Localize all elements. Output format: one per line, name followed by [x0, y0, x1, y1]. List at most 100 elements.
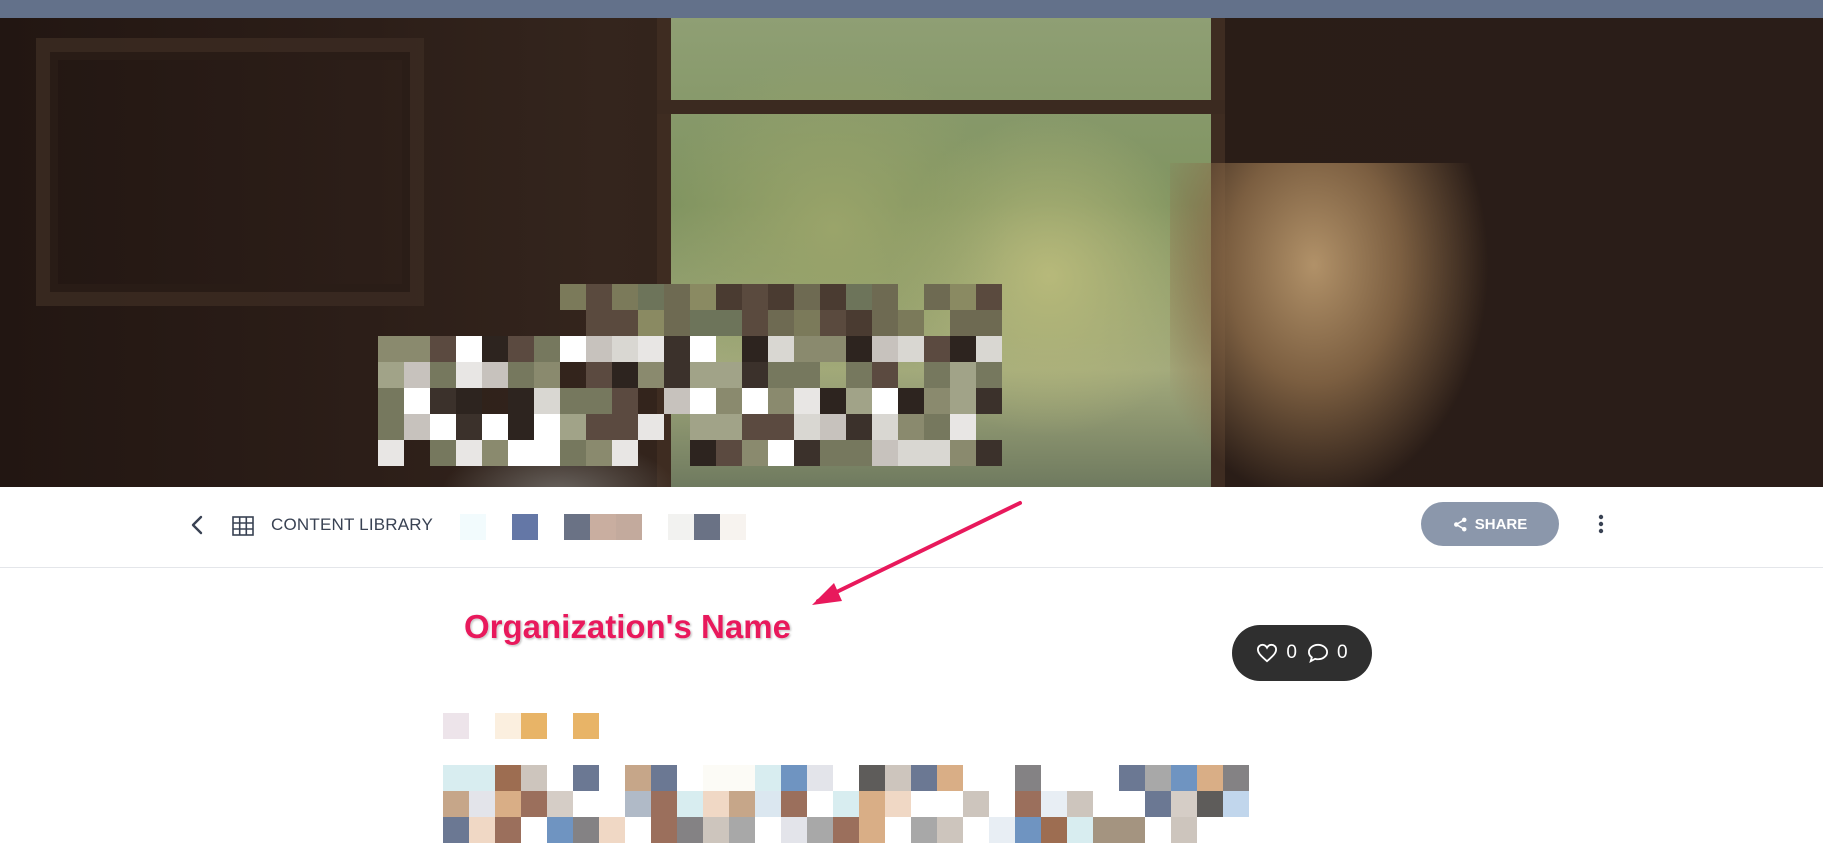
redacted-pixel: [482, 336, 508, 362]
redacted-pixel: [768, 388, 794, 414]
redacted-pixel: [794, 284, 820, 310]
redacted-pixel: [651, 791, 677, 817]
redacted-pixel: [677, 817, 703, 843]
redacted-pixel: [482, 414, 508, 440]
redacted-pixel: [833, 791, 859, 817]
redacted-pixel: [898, 388, 924, 414]
redacted-pixel: [664, 336, 690, 362]
redacted-pixel: [456, 388, 482, 414]
redacted-pixel: [664, 362, 690, 388]
redacted-pixel: [1171, 817, 1197, 843]
redacted-pixel: [924, 388, 950, 414]
redacted-pixel: [612, 388, 638, 414]
redacted-pixel: [742, 440, 768, 466]
redacted-pixel: [586, 284, 612, 310]
redacted-pixel: [482, 362, 508, 388]
redacted-pixel: [521, 791, 547, 817]
hero-figure: [1170, 163, 1490, 487]
redacted-pixel: [716, 388, 742, 414]
redacted-pixel: [1067, 791, 1093, 817]
redacted-pixel: [430, 388, 456, 414]
share-button[interactable]: SHARE: [1421, 502, 1559, 546]
redacted-pixel: [716, 414, 742, 440]
redacted-pixel: [599, 817, 625, 843]
redacted-pixel: [742, 362, 768, 388]
redacted-pixel: [742, 284, 768, 310]
redacted-pixel: [651, 765, 677, 791]
content-library-link[interactable]: CONTENT LIBRARY: [271, 515, 433, 535]
chevron-left-icon: [191, 515, 203, 535]
redacted-pixel: [794, 388, 820, 414]
redacted-pixel: [430, 362, 456, 388]
redacted-pixel: [560, 336, 586, 362]
hero-banner: [0, 18, 1823, 487]
redacted-pixel: [508, 388, 534, 414]
share-icon: [1453, 517, 1467, 531]
redacted-pixel: [1223, 791, 1249, 817]
content-library-grid-button[interactable]: [230, 513, 256, 539]
redacted-pixel: [430, 414, 456, 440]
redacted-pixel: [638, 310, 664, 336]
redacted-pixel: [859, 765, 885, 791]
redacted-pixel: [872, 310, 898, 336]
redacted-pixel: [586, 336, 612, 362]
redacted-pixel: [950, 310, 976, 336]
redacted-pixel: [573, 817, 599, 843]
back-button[interactable]: [186, 513, 210, 537]
redacted-pixel: [807, 765, 833, 791]
redacted-pixel: [664, 310, 690, 336]
redacted-pixel: [950, 336, 976, 362]
redacted-pixel: [768, 310, 794, 336]
redacted-pixel: [586, 414, 612, 440]
redacted-pixel: [508, 362, 534, 388]
annotation-arrow: [812, 501, 1022, 605]
redacted-pixel: [443, 765, 469, 791]
redacted-pixel: [495, 791, 521, 817]
redacted-pixel: [885, 765, 911, 791]
redacted-pixel: [872, 388, 898, 414]
more-vertical-icon: [1598, 514, 1604, 534]
redacted-pixel: [690, 310, 716, 336]
redacted-pixel: [534, 362, 560, 388]
redacted-pixel: [924, 336, 950, 362]
redacted-pixel: [729, 765, 755, 791]
redacted-pixel: [378, 336, 404, 362]
redacted-pixel: [534, 336, 560, 362]
redacted-pixel: [1145, 791, 1171, 817]
redacted-pixel: [694, 514, 720, 540]
redacted-pixel: [703, 791, 729, 817]
redacted-pixel: [768, 414, 794, 440]
redacted-pixel: [560, 284, 586, 310]
redacted-pixel: [625, 765, 651, 791]
redacted-pixel: [937, 817, 963, 843]
redacted-pixel: [755, 765, 781, 791]
redacted-pixel: [703, 817, 729, 843]
redacted-pixel: [443, 791, 469, 817]
redacted-pixel: [742, 414, 768, 440]
redacted-pixel: [1197, 791, 1223, 817]
comment-counter[interactable]: 0: [1307, 642, 1348, 664]
redacted-pixel: [1223, 765, 1249, 791]
redacted-pixel: [677, 791, 703, 817]
heart-icon: [1257, 643, 1278, 663]
redacted-pixel: [664, 284, 690, 310]
redacted-pixel: [755, 791, 781, 817]
redacted-pixel: [716, 362, 742, 388]
redacted-pixel: [456, 440, 482, 466]
like-counter[interactable]: 0: [1256, 642, 1297, 664]
more-options-button[interactable]: [1591, 509, 1611, 539]
comment-count: 0: [1337, 642, 1348, 663]
redacted-pixel: [716, 284, 742, 310]
redacted-pixel: [586, 310, 612, 336]
redacted-pixel: [586, 440, 612, 466]
redacted-pixel: [690, 336, 716, 362]
redacted-pixel: [729, 791, 755, 817]
redacted-pixel: [508, 414, 534, 440]
redacted-pixel: [378, 362, 404, 388]
redacted-pixel: [1067, 817, 1093, 843]
redacted-pixel: [846, 284, 872, 310]
redacted-pixel: [716, 310, 742, 336]
redacted-pixel: [729, 817, 755, 843]
redacted-pixel: [989, 817, 1015, 843]
redacted-pixel: [690, 362, 716, 388]
